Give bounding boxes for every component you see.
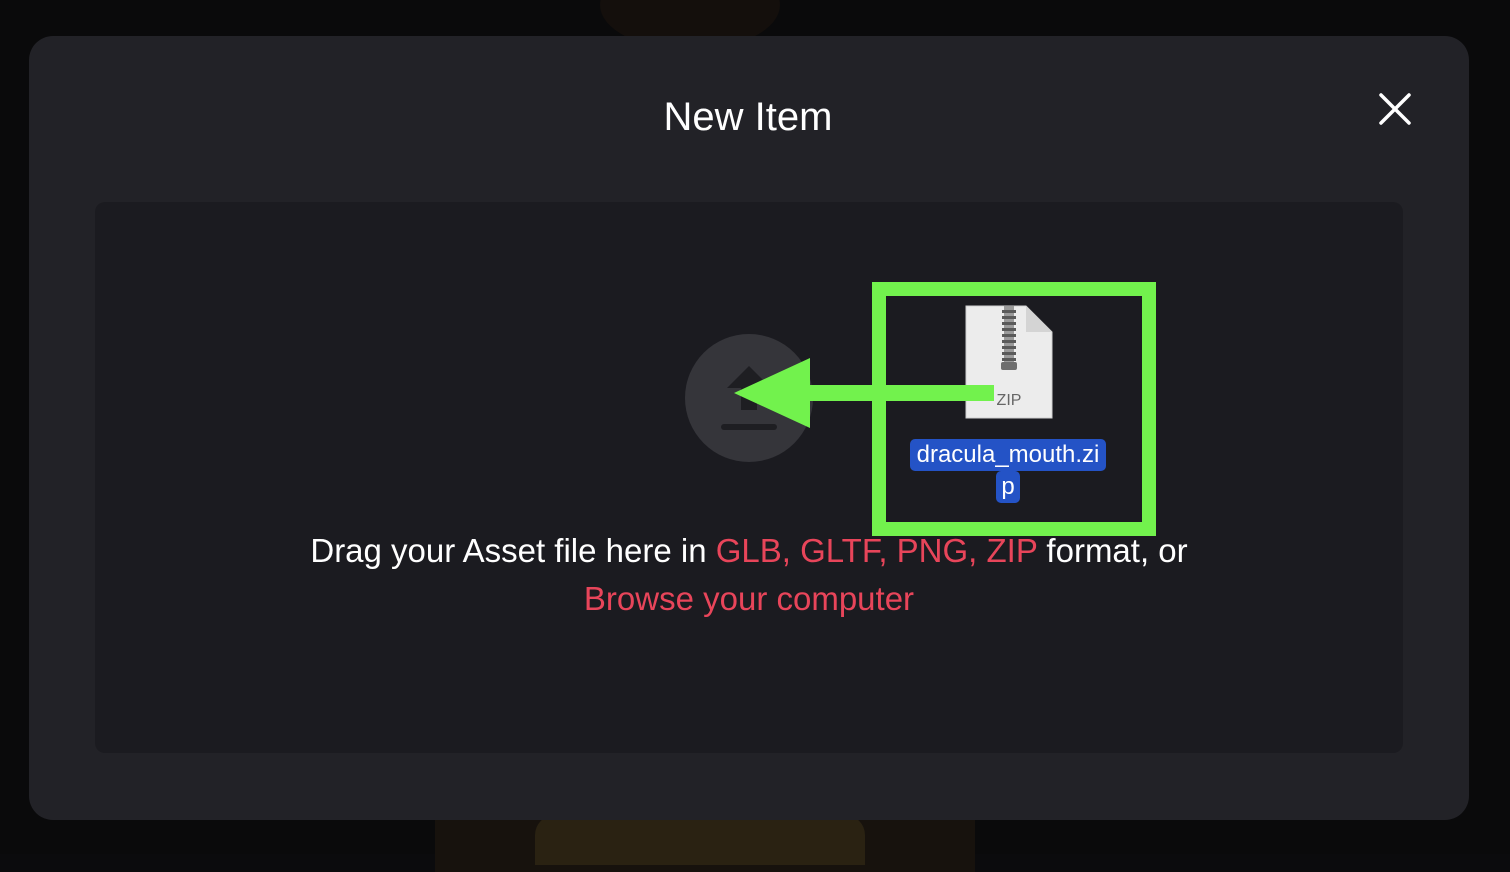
- file-name-line-1: dracula_mouth.zi: [909, 439, 1107, 471]
- backdrop-shape: [535, 815, 865, 865]
- instruction-suffix: format, or: [1037, 532, 1188, 569]
- dragged-file-name: dracula_mouth.zi p: [903, 439, 1113, 503]
- supported-formats: GLB, GLTF, PNG, ZIP: [715, 532, 1038, 569]
- instruction-prefix: Drag your Asset file here in: [310, 532, 716, 569]
- file-name-line-2: p: [996, 471, 1020, 503]
- file-dropzone[interactable]: [95, 202, 1403, 753]
- modal-title: New Item: [663, 95, 833, 139]
- close-button[interactable]: [1372, 86, 1418, 132]
- dropzone-instructions: Drag your Asset file here in GLB, GLTF, …: [95, 527, 1403, 623]
- browse-computer-link[interactable]: Browse your computer: [584, 580, 914, 617]
- close-icon: [1379, 93, 1411, 125]
- arrow-left-icon: [734, 358, 994, 428]
